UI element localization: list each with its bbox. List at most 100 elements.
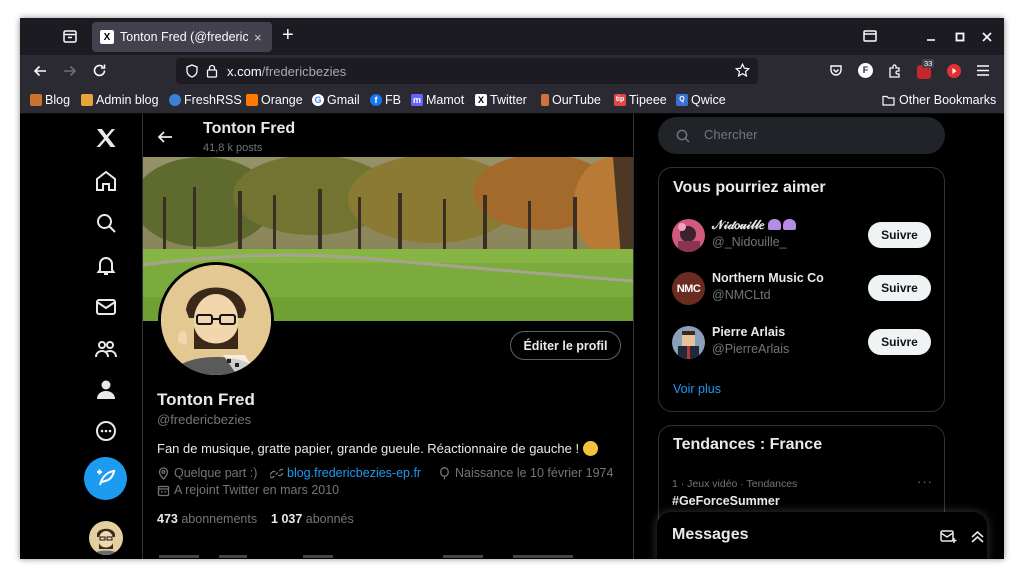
pocket-icon[interactable] [829, 64, 843, 78]
trend-more-icon[interactable]: ··· [917, 474, 933, 489]
chevron-double-up-icon[interactable] [970, 529, 985, 544]
compose-feather-icon [97, 469, 116, 486]
show-more-link[interactable]: Voir plus [673, 382, 721, 396]
account-avatar-icon[interactable]: F [858, 63, 873, 78]
calendar-icon [157, 485, 170, 496]
avatar-illustration-icon [89, 521, 123, 555]
bookmark-twitter[interactable]: X Twitter [475, 93, 527, 107]
extensions-icon[interactable] [887, 63, 902, 78]
edit-profile-button[interactable]: Éditer le profil [510, 331, 621, 360]
bookmark-label: Orange [261, 93, 303, 107]
profile-column: Tonton Fred 41,8 k posts Éditer le profi… [142, 114, 634, 559]
location-pin-icon [158, 466, 169, 480]
communities-icon[interactable] [94, 337, 118, 361]
x-favicon-icon: X [100, 30, 114, 44]
bookmark-label: Gmail [327, 93, 360, 107]
following-link[interactable]: 473 abonnements [157, 512, 257, 526]
minimize-icon[interactable] [926, 32, 936, 42]
follow-button[interactable]: Suivre [868, 275, 931, 301]
tab-bar: X Tonton Fred (@fredericbezies) × + [20, 18, 1004, 55]
browser-window: X Tonton Fred (@fredericbezies) × + x.co… [20, 18, 1004, 559]
other-bookmarks[interactable]: Other Bookmarks [882, 93, 996, 107]
tracking-shield-icon[interactable] [185, 64, 199, 78]
website-link[interactable]: blog.fredericbezies-ep.fr [287, 466, 421, 480]
notifications-bell-icon[interactable] [94, 253, 118, 277]
following-label: abonnements [181, 512, 258, 526]
bookmark-orange[interactable]: Orange [246, 93, 303, 107]
forward-icon[interactable] [63, 64, 77, 78]
tab-close-icon[interactable]: × [254, 30, 262, 45]
suggestion-item[interactable]: NMC Northern Music Co @NMCLtd Suivre [659, 264, 944, 314]
more-options-icon[interactable] [94, 419, 118, 443]
bookmark-qwice[interactable]: Q Qwice [676, 93, 726, 107]
follow-button[interactable]: Suivre [868, 222, 931, 248]
profile-bio: Fan de musique, gratte papier, grande gu… [157, 441, 599, 456]
back-icon[interactable] [33, 64, 47, 78]
youtube-extension-icon[interactable] [947, 64, 961, 78]
reload-icon[interactable] [92, 63, 107, 78]
profile-joined: A rejoint Twitter en mars 2010 [157, 483, 339, 497]
search-box[interactable] [658, 117, 945, 154]
follow-button[interactable]: Suivre [868, 329, 931, 355]
search-input[interactable] [704, 127, 924, 142]
bookmark-mamot[interactable]: m Mamot [411, 93, 464, 107]
messages-envelope-icon[interactable] [94, 295, 118, 319]
bookmark-star-icon[interactable] [735, 63, 750, 78]
maximize-icon[interactable] [955, 32, 965, 42]
compose-post-button[interactable] [84, 457, 127, 500]
suggestion-item[interactable]: Pierre Arlais @PierreArlais Suivre [659, 318, 944, 368]
birthdate-text: Naissance le 10 février 1974 [455, 466, 614, 480]
avatar-image-icon [672, 326, 705, 359]
bookmark-blog[interactable]: Blog [30, 93, 70, 107]
bookmark-ourtube[interactable]: OurTube [541, 93, 601, 107]
tab-list-icon[interactable] [62, 28, 78, 44]
suggestion-name: 𝒩𝒾𝒹𝑜𝓊𝒾𝓁𝓁𝑒 [712, 218, 796, 233]
avatar-image-icon [672, 219, 705, 252]
tab-active[interactable]: X Tonton Fred (@fredericbezies) × [92, 22, 272, 52]
facebook-favicon-icon: f [370, 94, 382, 106]
menu-icon[interactable] [977, 65, 989, 76]
bookmark-fb[interactable]: f FB [370, 93, 401, 107]
search-icon[interactable] [94, 211, 118, 235]
url-bar[interactable]: x.com/fredericbezies [176, 58, 758, 84]
joined-text: A rejoint Twitter en mars 2010 [174, 483, 340, 497]
profile-icon[interactable] [94, 378, 118, 402]
extension-badge: 33 [922, 59, 935, 68]
profile-website[interactable]: blog.fredericbezies-ep.fr [270, 466, 421, 480]
bookmark-admin-blog[interactable]: Admin blog [81, 93, 159, 107]
x-logo-icon[interactable] [94, 126, 118, 150]
back-arrow-icon[interactable] [157, 129, 173, 145]
profile-handle: @fredericbezies [157, 412, 252, 427]
close-window-icon[interactable] [982, 32, 992, 42]
profile-avatar[interactable] [158, 262, 274, 378]
lock-icon[interactable] [206, 64, 218, 78]
x-favicon-icon: X [475, 94, 487, 106]
other-bookmarks-label: Other Bookmarks [899, 93, 997, 107]
tipeee-favicon-icon: tip [614, 94, 626, 106]
home-icon[interactable] [94, 169, 118, 193]
ourtube-favicon-icon [541, 94, 549, 106]
messages-title: Messages [672, 526, 749, 543]
new-tab-button[interactable]: + [282, 25, 294, 45]
qwice-favicon-icon: Q [676, 94, 688, 106]
pip-icon[interactable] [863, 30, 877, 42]
messages-drawer[interactable]: Messages [657, 512, 987, 559]
bookmark-tipeee[interactable]: tip Tipeee [614, 93, 667, 107]
suggestion-name-text: 𝒩𝒾𝒹𝑜𝓊𝒾𝓁𝓁𝑒 [712, 218, 765, 232]
trend-meta: 1 · Jeux vidéo · Tendances [672, 478, 798, 490]
cartoon-avatar-icon [161, 265, 271, 375]
bookmark-label: Admin blog [96, 93, 159, 107]
bookmark-freshrss[interactable]: FreshRSS [169, 93, 242, 107]
trends-title: Tendances : France [673, 436, 823, 453]
trend-name[interactable]: #GeForceSummer [672, 494, 780, 508]
followers-link[interactable]: 1 037 abonnés [271, 512, 354, 526]
url-text[interactable]: x.com/fredericbezies [227, 64, 346, 79]
google-favicon-icon: G [312, 94, 324, 106]
bookmark-gmail[interactable]: G Gmail [312, 93, 360, 107]
new-message-icon[interactable] [940, 529, 957, 544]
account-avatar[interactable] [89, 521, 123, 555]
navigation-toolbar: x.com/fredericbezies F 33 [20, 55, 1004, 87]
suggestion-item[interactable]: 𝒩𝒾𝒹𝑜𝓊𝒾𝓁𝓁𝑒 @_Nidouille_ Suivre [659, 211, 944, 261]
tab-title: Tonton Fred (@fredericbezies) [120, 30, 248, 44]
bookmarks-toolbar: Blog Admin blog FreshRSS Orange G Gmail f… [20, 87, 1004, 114]
